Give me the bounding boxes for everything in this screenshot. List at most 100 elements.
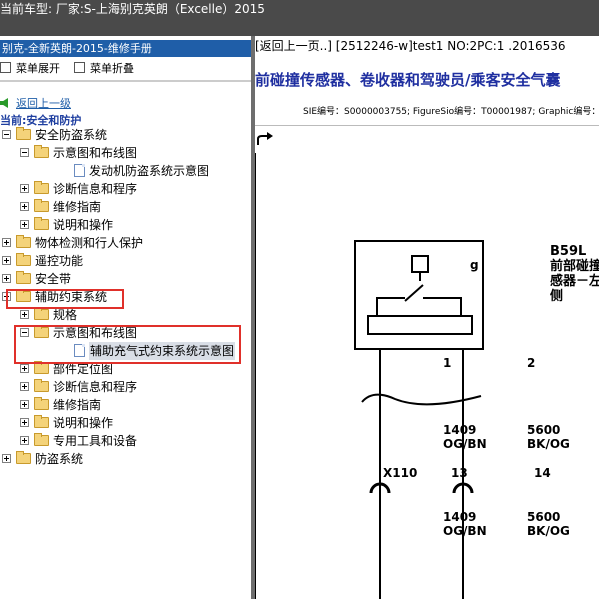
expand-toggle-icon[interactable] <box>2 238 11 247</box>
tree-item[interactable]: 维修指南 <box>0 198 251 216</box>
tree-item[interactable]: 说明和操作 <box>0 414 251 432</box>
connector-pin-a: 13 <box>451 466 468 480</box>
expand-toggle-icon[interactable] <box>20 202 29 211</box>
tree-item[interactable]: 防盗系统 <box>0 450 251 468</box>
tree-item-label: 示意图和布线图 <box>53 146 138 160</box>
toolbar-divider <box>0 80 251 82</box>
wire-b-color: BK/OG <box>527 437 570 451</box>
sensor-element-icon <box>411 255 429 273</box>
folder-icon <box>34 397 49 410</box>
expand-toggle-icon[interactable] <box>20 364 29 373</box>
document-pane: [返回上一页..] [2512246-w]test1 NO:2PC:1 .201… <box>255 36 599 599</box>
tree-item[interactable]: 遥控功能 <box>0 252 251 270</box>
tree-item-label: 说明和操作 <box>53 416 114 430</box>
collapse-menu-button[interactable]: 菜单折叠 <box>74 60 134 78</box>
sensor-housing <box>354 240 484 350</box>
expand-toggle-icon[interactable] <box>20 400 29 409</box>
back-arrow-icon <box>0 98 8 108</box>
tree-item[interactable]: 维修指南 <box>0 396 251 414</box>
share-arrow-icon[interactable] <box>257 132 275 146</box>
expand-toggle-icon[interactable] <box>20 382 29 391</box>
switch-left-arm <box>376 297 405 316</box>
box-letter: g <box>470 258 479 272</box>
tree-item-label: 维修指南 <box>53 200 102 214</box>
highlight-box-schematic <box>14 325 241 364</box>
connector-label: X110 <box>383 466 417 480</box>
switch-right-arm <box>423 297 462 316</box>
folder-icon <box>34 145 49 158</box>
document-meta: SIE编号：S0000003755; FigureSio编号：T00001987… <box>303 107 599 117</box>
connector-pin-b: 14 <box>534 466 551 480</box>
pin-1-label: 1 <box>443 356 451 370</box>
tree-item-label: 物体检测和行人保护 <box>35 236 144 250</box>
wire-d-color: BK/OG <box>527 524 570 538</box>
folder-icon <box>16 271 31 284</box>
folder-icon <box>16 235 31 248</box>
vehicle-info-bar: 当前车型: 厂家:S-上海别克英朗（Excelle）2015 <box>0 0 599 36</box>
component-id: B59L <box>550 244 586 259</box>
navigation-pane: 别克-全新英朗-2015-维修手册 菜单展开 菜单折叠 返回上一级 当前:安全和… <box>0 36 251 599</box>
tree-toolbar: 菜单展开 菜单折叠 <box>0 60 251 78</box>
header-divider <box>255 125 599 126</box>
folder-icon <box>34 199 49 212</box>
tree-item-label: 安全带 <box>35 272 72 286</box>
wire-d-circuit: 5600 <box>527 510 560 524</box>
vehicle-info-text: 当前车型: 厂家:S-上海别克英朗（Excelle）2015 <box>0 2 265 16</box>
tree-item-label: 维修指南 <box>53 398 102 412</box>
tree-item-label: 遥控功能 <box>35 254 84 268</box>
wire-a-color: OG/BN <box>443 437 487 451</box>
expand-toggle-icon[interactable] <box>20 418 29 427</box>
expand-icon <box>0 62 11 73</box>
tree-item-label: 诊断信息和程序 <box>53 182 138 196</box>
back-link[interactable]: 返回上一级 <box>0 95 71 111</box>
tree-item[interactable]: 说明和操作 <box>0 216 251 234</box>
tree-item[interactable]: 示意图和布线图 <box>0 144 251 162</box>
wire-a-circuit: 1409 <box>443 423 476 437</box>
expand-toggle-icon[interactable] <box>20 310 29 319</box>
tree-item[interactable]: 专用工具和设备 <box>0 432 251 450</box>
tree-item[interactable]: 安全带 <box>0 270 251 288</box>
wiring-diagram: g B59L 前部碰撞 感器－左 侧 1 2 1409 OG/BN 5600 B… <box>255 153 599 599</box>
document-icon <box>74 164 85 177</box>
collapse-toggle-icon[interactable] <box>2 130 11 139</box>
tree-item[interactable]: 诊断信息和程序 <box>0 180 251 198</box>
tree-item-label: 专用工具和设备 <box>53 434 138 448</box>
folder-icon <box>34 181 49 194</box>
tree-item-label: 诊断信息和程序 <box>53 380 138 394</box>
component-name-line-1: 前部碰撞 <box>550 258 599 274</box>
tree-item[interactable]: 物体检测和行人保护 <box>0 234 251 252</box>
expand-toggle-icon[interactable] <box>20 436 29 445</box>
folder-icon <box>16 253 31 266</box>
folder-icon <box>34 433 49 446</box>
folder-icon <box>34 379 49 392</box>
document-title: 前碰撞传感器、卷收器和驾驶员/乘客安全气囊 <box>255 71 561 89</box>
expand-toggle-icon[interactable] <box>20 220 29 229</box>
folder-icon <box>34 361 49 374</box>
expand-toggle-icon[interactable] <box>2 454 11 463</box>
tree-item[interactable]: 发动机防盗系统示意图 <box>0 162 251 180</box>
resistor-block <box>367 315 473 335</box>
tree-item[interactable]: 安全防盗系统 <box>0 126 251 144</box>
expand-toggle-icon[interactable] <box>2 274 11 283</box>
expand-menu-button[interactable]: 菜单展开 <box>0 60 60 78</box>
expand-toggle-icon[interactable] <box>20 184 29 193</box>
folder-icon <box>34 217 49 230</box>
tree-item[interactable]: 诊断信息和程序 <box>0 378 251 396</box>
folder-icon <box>34 415 49 428</box>
pin-2-label: 2 <box>527 356 535 370</box>
wire-c-color: OG/BN <box>443 524 487 538</box>
expand-toggle-icon[interactable] <box>2 256 11 265</box>
collapse-icon <box>74 62 85 73</box>
component-name-line-3: 侧 <box>550 288 563 304</box>
component-name-line-2: 感器－左 <box>550 273 599 289</box>
collapse-toggle-icon[interactable] <box>20 148 29 157</box>
tree-item-label: 安全防盗系统 <box>35 128 108 142</box>
tree-item-label: 说明和操作 <box>53 218 114 232</box>
manual-title: 别克-全新英朗-2015-维修手册 <box>0 40 251 57</box>
document-nav-bar[interactable]: [返回上一页..] [2512246-w]test1 NO:2PC:1 .201… <box>255 37 566 54</box>
tree-item-label: 发动机防盗系统示意图 <box>89 164 210 178</box>
wire-b-circuit: 5600 <box>527 423 560 437</box>
folder-icon <box>16 127 31 140</box>
wire-c-circuit: 1409 <box>443 510 476 524</box>
highlight-box-restraint-system <box>6 289 124 309</box>
